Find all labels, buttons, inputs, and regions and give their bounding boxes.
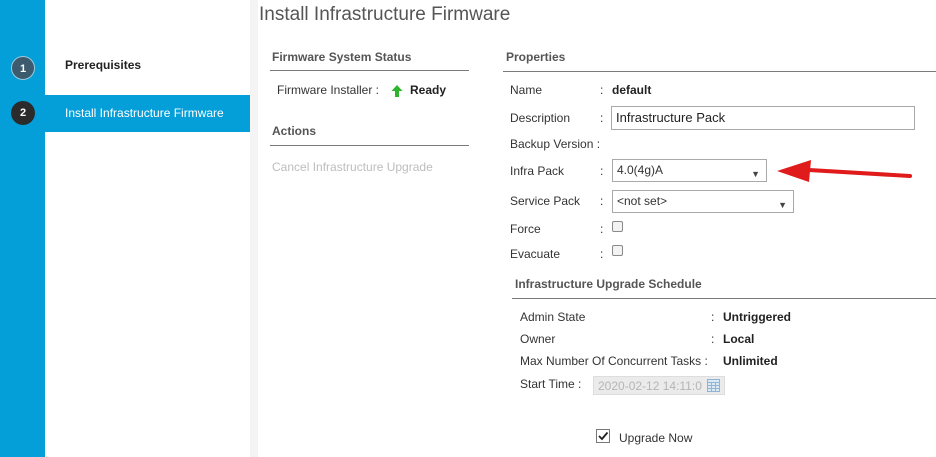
name-value: default	[612, 83, 652, 97]
upgrade-now-label: Upgrade Now	[619, 431, 693, 445]
service-pack-select[interactable]: <not set> ▼	[612, 190, 794, 213]
colon: :	[711, 332, 715, 346]
infra-pack-label: Infra Pack	[510, 164, 565, 178]
calendar-icon	[707, 379, 720, 395]
owner-label: Owner	[520, 332, 556, 346]
chevron-down-icon: ▼	[751, 169, 760, 179]
max-tasks-value: Unlimited	[723, 354, 778, 368]
firmware-installer-status: Ready	[410, 83, 447, 97]
wizard-step-list: Prerequisites Install Infrastructure Fir…	[45, 0, 250, 457]
step-2-number: 2	[11, 101, 35, 125]
max-tasks-label: Max Number Of Concurrent Tasks :	[520, 354, 708, 368]
backup-version-label: Backup Version :	[510, 137, 601, 151]
start-time-label: Start Time :	[520, 377, 582, 391]
step-prerequisites[interactable]: Prerequisites	[45, 47, 250, 84]
start-time-input: 2020-02-12 14:11:0	[593, 376, 725, 395]
actions-heading: Actions	[272, 124, 317, 138]
firmware-status-heading: Firmware System Status	[272, 50, 412, 64]
upgrade-schedule-heading: Infrastructure Upgrade Schedule	[515, 277, 702, 291]
step-install-infrastructure-firmware[interactable]: Install Infrastructure Firmware	[45, 95, 250, 132]
description-label: Description	[510, 111, 571, 125]
checkmark-icon	[598, 431, 609, 441]
up-arrow-icon	[391, 85, 403, 100]
colon: :	[600, 222, 604, 236]
red-pointer-arrow	[775, 159, 915, 190]
wizard-rail: 1 2	[0, 0, 45, 457]
divider	[270, 145, 469, 146]
content-shadow	[250, 0, 258, 457]
evacuate-checkbox[interactable]	[612, 245, 623, 256]
admin-state-label: Admin State	[520, 310, 586, 324]
admin-state-value: Untriggered	[723, 310, 792, 324]
step-1-number: 1	[11, 56, 35, 80]
owner-value: Local	[723, 332, 755, 346]
colon: :	[600, 83, 604, 97]
properties-heading: Properties	[506, 50, 566, 64]
force-checkbox[interactable]	[612, 221, 623, 232]
infra-pack-value: 4.0(4g)A	[617, 163, 664, 177]
colon: :	[600, 194, 604, 208]
force-label: Force	[510, 222, 541, 236]
evacuate-label: Evacuate	[510, 247, 561, 261]
colon: :	[600, 111, 604, 125]
infra-pack-select[interactable]: 4.0(4g)A ▼	[612, 159, 767, 182]
service-pack-value: <not set>	[617, 194, 668, 208]
chevron-down-icon: ▼	[778, 200, 787, 210]
divider	[503, 71, 936, 72]
colon: :	[711, 310, 715, 324]
description-input[interactable]: Infrastructure Pack	[611, 106, 915, 130]
firmware-installer-label: Firmware Installer :	[277, 83, 380, 97]
colon: :	[600, 164, 604, 178]
colon: :	[600, 247, 604, 261]
upgrade-now-checkbox[interactable]	[596, 429, 610, 443]
name-label: Name	[510, 83, 543, 97]
service-pack-label: Service Pack	[510, 194, 581, 208]
divider	[512, 298, 936, 299]
divider	[270, 70, 469, 71]
start-time-value: 2020-02-12 14:11:0	[598, 379, 702, 393]
cancel-infrastructure-upgrade-link[interactable]: Cancel Infrastructure Upgrade	[272, 160, 433, 174]
page-title: Install Infrastructure Firmware	[259, 4, 511, 25]
